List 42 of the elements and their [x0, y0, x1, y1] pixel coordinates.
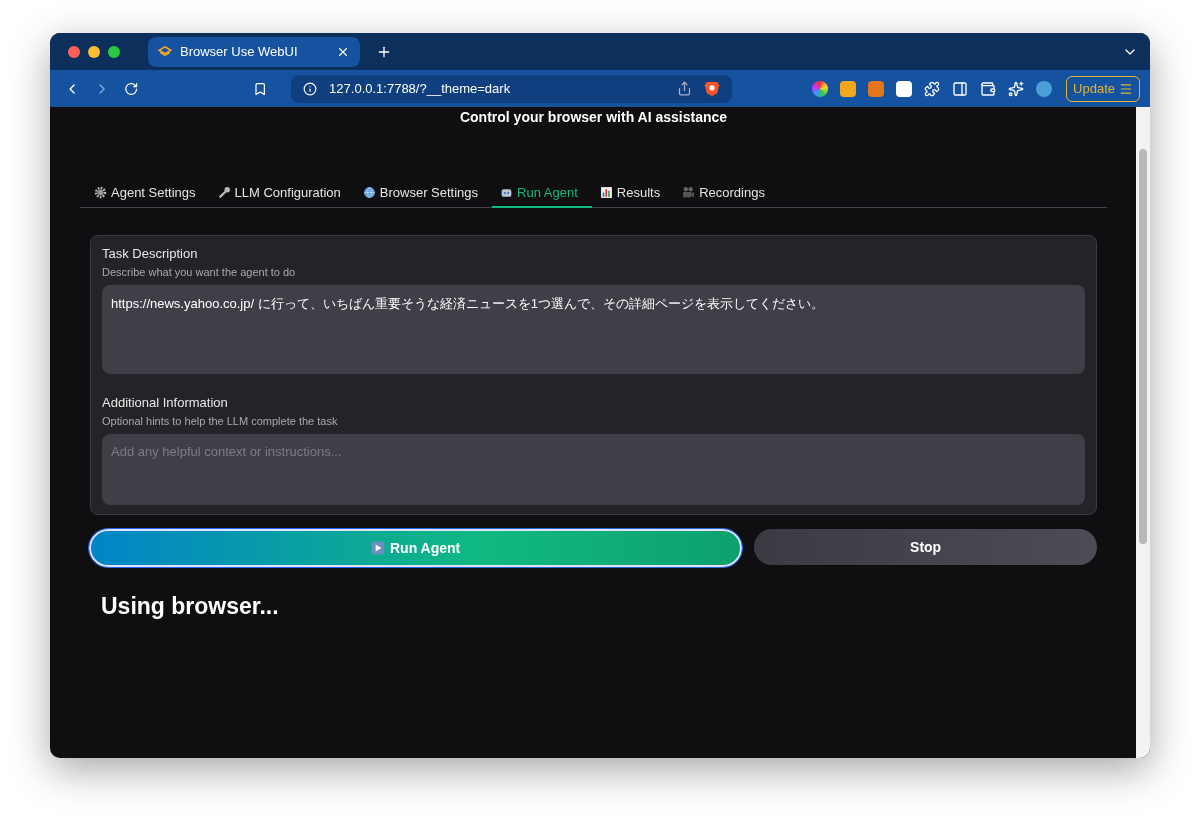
- tab[interactable]: Agent Settings: [86, 179, 210, 208]
- tab[interactable]: Browser Settings: [354, 179, 493, 208]
- text-area[interactable]: Add any helpful context or instructions...: [102, 434, 1085, 505]
- robot-icon: [500, 186, 514, 199]
- bar-chart-icon: [599, 186, 613, 199]
- info-icon[interactable]: [303, 81, 318, 96]
- close-window-icon[interactable]: [68, 45, 80, 58]
- tab-title: Browser Use WebUI: [180, 44, 299, 59]
- tab[interactable]: Run Agent: [492, 179, 592, 208]
- menu-icon: [1119, 81, 1133, 96]
- stop-button[interactable]: Stop: [754, 529, 1097, 565]
- field-hint: Describe what you want the agent to do: [102, 266, 297, 278]
- maximize-window-icon[interactable]: [108, 45, 120, 58]
- puzzle-icon[interactable]: [924, 80, 941, 97]
- gear-icon: [94, 186, 107, 199]
- sparkle-icon[interactable]: [1008, 80, 1025, 97]
- globe-icon: [362, 186, 376, 199]
- minimize-window-icon[interactable]: [88, 45, 100, 58]
- wallet-icon[interactable]: [980, 80, 997, 97]
- sidebar-icon[interactable]: [952, 80, 969, 97]
- tab[interactable]: LLM Configuration: [209, 179, 355, 208]
- fox-extension-icon[interactable]: [868, 80, 885, 97]
- bookmark-icon[interactable]: [252, 80, 268, 97]
- field-hint: Optional hints to help the LLM complete the task: [102, 415, 339, 427]
- lion-shield-icon[interactable]: [704, 80, 721, 97]
- tab[interactable]: Recordings: [674, 179, 779, 208]
- address-bar[interactable]: 127.0.0.1:7788/?__theme=dark: [291, 74, 733, 103]
- subtitle: Control your browser with AI assistance: [458, 109, 729, 127]
- layers-logo-icon: [158, 44, 172, 59]
- update-button[interactable]: Update: [1066, 75, 1140, 102]
- share-icon[interactable]: [677, 81, 693, 96]
- wrench-icon: [217, 186, 231, 199]
- status-heading: Using browser...: [101, 593, 280, 620]
- play-icon: [371, 541, 385, 555]
- browser-tab[interactable]: Browser Use WebUI: [148, 36, 360, 67]
- field-label: Task Description: [102, 246, 199, 261]
- url-text: 127.0.0.1:7788/?__theme=dark: [329, 81, 512, 96]
- text-area[interactable]: https://news.yahoo.co.jp/ に行って、いちばん重要そうな経済ニュースを1つ選んで、その詳細ページを表示してください。: [102, 285, 1085, 374]
- reload-icon[interactable]: [124, 80, 139, 97]
- field-label: Additional Information: [102, 395, 229, 410]
- video-camera-icon: [682, 186, 696, 199]
- tab[interactable]: Results: [591, 179, 675, 208]
